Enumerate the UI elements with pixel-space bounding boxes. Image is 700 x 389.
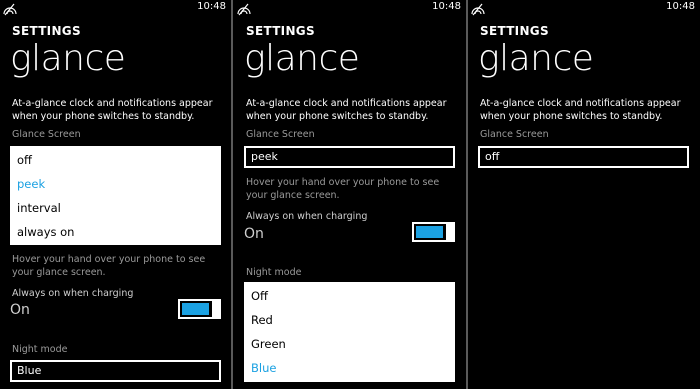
option-off[interactable]: off bbox=[12, 148, 219, 172]
glance-screen-field[interactable]: peek bbox=[244, 146, 455, 168]
description-text: At-a-glance clock and notifications appe… bbox=[480, 98, 681, 122]
charging-state: On bbox=[244, 226, 264, 242]
option-red[interactable]: Red bbox=[246, 308, 453, 332]
section-title: SETTINGS bbox=[480, 24, 549, 38]
option-off[interactable]: Off bbox=[246, 284, 453, 308]
glance-screen-label: Glance Screen bbox=[480, 129, 549, 140]
status-time: 10:48 bbox=[197, 1, 226, 12]
charging-label: Always on when charging bbox=[246, 211, 368, 222]
toggle-thumb bbox=[446, 222, 455, 242]
option-green[interactable]: Green bbox=[246, 332, 453, 356]
glance-screen-label: Glance Screen bbox=[12, 129, 81, 140]
status-time: 10:48 bbox=[432, 1, 461, 12]
toggle-thumb bbox=[212, 299, 221, 319]
glance-hint: Hover your hand over your phone to see y… bbox=[12, 254, 206, 278]
status-bar: 10:48 bbox=[468, 0, 700, 16]
glance-hint: Hover your hand over your phone to see y… bbox=[246, 177, 440, 201]
night-mode-dropdown[interactable]: Off Red Green Blue bbox=[244, 282, 455, 382]
section-title: SETTINGS bbox=[12, 24, 81, 38]
divider bbox=[231, 0, 233, 389]
glance-screen-label: Glance Screen bbox=[246, 129, 315, 140]
option-interval[interactable]: interval bbox=[12, 196, 219, 220]
no-signal-icon bbox=[3, 1, 17, 16]
description-text: At-a-glance clock and notifications appe… bbox=[12, 98, 213, 122]
status-bar: 10:48 bbox=[0, 0, 231, 16]
no-signal-icon bbox=[237, 1, 251, 16]
night-mode-field[interactable]: Blue bbox=[10, 360, 221, 382]
option-peek[interactable]: peek bbox=[12, 172, 219, 196]
status-bar: 10:48 bbox=[234, 0, 466, 16]
status-time: 10:48 bbox=[666, 1, 695, 12]
no-signal-icon bbox=[471, 1, 485, 16]
screen-3: 10:48 SETTINGS glance At-a-glance clock … bbox=[468, 0, 700, 389]
charging-state: On bbox=[10, 302, 30, 318]
page-title: glance bbox=[244, 38, 360, 79]
screens-container: 10:48 SETTINGS glance At-a-glance clock … bbox=[0, 0, 700, 389]
night-mode-label: Night mode bbox=[246, 267, 302, 278]
option-blue[interactable]: Blue bbox=[246, 356, 453, 380]
charging-toggle[interactable] bbox=[178, 299, 221, 319]
description-text: At-a-glance clock and notifications appe… bbox=[246, 98, 447, 122]
page-title: glance bbox=[10, 38, 126, 79]
section-title: SETTINGS bbox=[246, 24, 315, 38]
charging-toggle[interactable] bbox=[412, 222, 455, 242]
toggle-fill bbox=[182, 303, 209, 315]
glance-screen-field[interactable]: off bbox=[478, 146, 689, 168]
charging-label: Always on when charging bbox=[12, 288, 134, 299]
glance-screen-dropdown[interactable]: off peek interval always on bbox=[10, 146, 221, 245]
toggle-fill bbox=[416, 226, 443, 238]
screen-2: 10:48 SETTINGS glance At-a-glance clock … bbox=[234, 0, 466, 389]
screen-1: 10:48 SETTINGS glance At-a-glance clock … bbox=[0, 0, 231, 389]
page-title: glance bbox=[478, 38, 594, 79]
night-mode-label: Night mode bbox=[12, 344, 68, 355]
option-always-on[interactable]: always on bbox=[12, 220, 219, 244]
